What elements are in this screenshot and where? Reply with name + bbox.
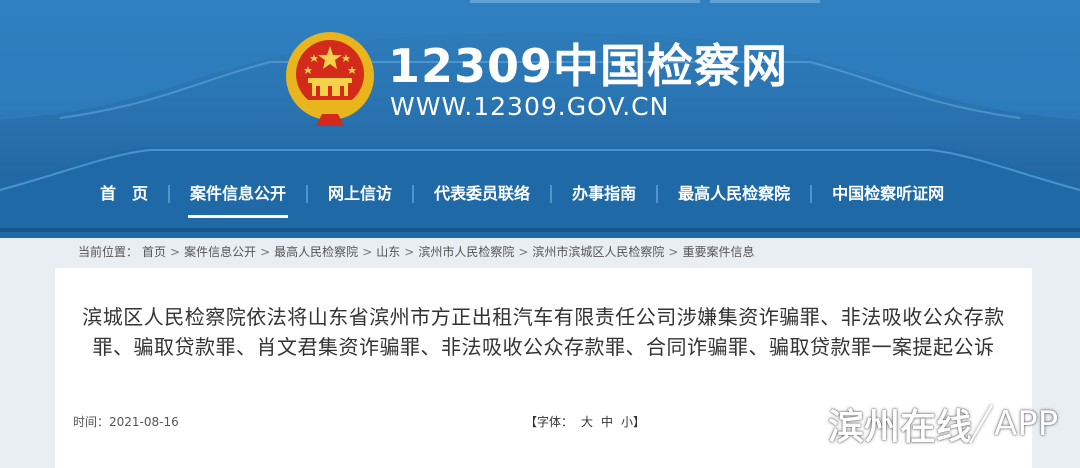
site-url: WWW.12309.GOV.CN (390, 92, 670, 121)
breadcrumb-separator: > (404, 245, 415, 259)
breadcrumb-separator: > (170, 245, 181, 259)
font-size-label: 【字体： (525, 415, 574, 429)
nav-item-deputy-liaison[interactable]: 代表委员联络 (414, 172, 550, 216)
nav-item-supreme-procuratorate[interactable]: 最高人民检察院 (658, 172, 810, 216)
font-size-medium-button[interactable]: 中 (601, 415, 613, 429)
breadcrumb-prefix: 当前位置： (78, 245, 139, 259)
nav-item-home[interactable]: 首 页 (80, 172, 168, 216)
font-size-small-button[interactable]: 小】 (621, 415, 645, 429)
article-date: 时间：2021-08-16 (73, 415, 179, 429)
watermark-text: 滨州在线 (828, 407, 973, 448)
breadcrumb-separator: > (362, 245, 373, 259)
watermark: 滨州在线 APP (828, 398, 1058, 450)
breadcrumb-separator: > (518, 245, 529, 259)
watermark-app: APP (994, 404, 1059, 444)
breadcrumb-link[interactable]: 案件信息公开 (184, 245, 256, 259)
font-size-controls: 【字体： 大中小】 (525, 413, 645, 430)
breadcrumb-link[interactable]: 滨州市人民检察院 (418, 245, 514, 259)
nav-item-hearing-network[interactable]: 中国检察听证网 (812, 172, 964, 216)
breadcrumb-link[interactable]: 首页 (142, 245, 166, 259)
nav-item-case-info[interactable]: 案件信息公开 (170, 172, 306, 218)
nav-item-service-guide[interactable]: 办事指南 (552, 172, 656, 216)
national-emblem-icon (286, 32, 374, 126)
article-title: 滨城区人民检察院依法将山东省滨州市方正出租汽车有限责任公司涉嫌集资诈骗罪、非法吸… (82, 305, 1005, 359)
breadcrumb-separator: > (668, 245, 679, 259)
font-size-large-button[interactable]: 大 (581, 415, 593, 429)
main-nav: 首 页 案件信息公开 网上信访 代表委员联络 办事指南 最高人民检察院 中国检察… (80, 172, 1000, 218)
breadcrumb-separator: > (260, 245, 271, 259)
nav-item-online-petition[interactable]: 网上信访 (308, 172, 412, 216)
breadcrumb-link[interactable]: 最高人民检察院 (274, 245, 358, 259)
breadcrumb: 当前位置： 首页 > 案件信息公开 > 最高人民检察院 > 山东 > 滨州市人民检察院 > 滨州市滨城… (78, 243, 759, 260)
header-banner: 12309中国检察网 WWW.12309.GOV.CN 首 页 案件信息公开 网… (0, 0, 1080, 238)
watermark-slash (969, 404, 993, 444)
breadcrumb-link[interactable]: 山东 (376, 245, 400, 259)
breadcrumb-link[interactable]: 滨州市滨城区人民检察院 (532, 245, 664, 259)
site-title[interactable]: 12309中国检察网 (388, 36, 788, 96)
breadcrumb-current[interactable]: 重要案件信息 (682, 245, 754, 259)
